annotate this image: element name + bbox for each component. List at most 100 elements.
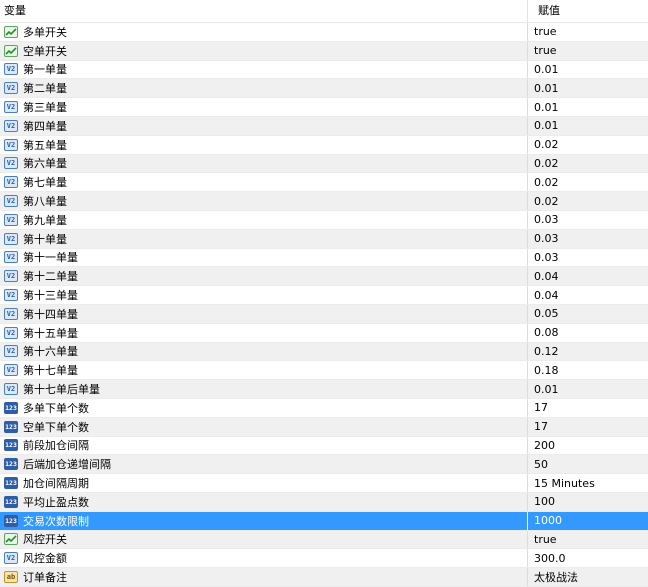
param-value[interactable]: 0.02 [528,173,648,191]
param-name-cell[interactable]: V2 第十七单量 [0,361,528,380]
param-name: 风控开关 [23,533,67,547]
param-value[interactable]: 0.04 [528,286,648,304]
param-name-cell[interactable]: V2 第十五单量 [0,323,528,342]
param-row[interactable]: V2 风控金额 300.0 [0,549,648,569]
param-name-cell[interactable]: V2 第十单量 [0,229,528,248]
param-value[interactable]: 0.01 [528,79,648,97]
param-value[interactable]: 0.04 [528,267,648,285]
param-value[interactable]: 0.03 [528,211,648,229]
param-value[interactable]: 1000 [528,512,648,530]
param-value[interactable]: 0.02 [528,192,648,210]
param-name-cell[interactable]: V2 第八单量 [0,192,528,210]
param-row[interactable]: 123 空单下单个数 17 [0,417,648,437]
va-icon: V2 [4,101,18,114]
param-row[interactable]: V2 第十一单量 0.03 [0,248,648,268]
param-row[interactable]: V2 第十单量 0.03 [0,229,648,249]
param-value[interactable]: 0.12 [528,343,648,361]
param-name-cell[interactable]: 风控开关 [0,530,528,549]
param-name-cell[interactable]: V2 第一单量 [0,60,528,79]
param-name-cell[interactable]: V2 第十三单量 [0,286,528,304]
param-value[interactable]: true [528,531,648,549]
param-name-cell[interactable]: V2 第七单量 [0,173,528,192]
param-name-cell[interactable]: 空单开关 [0,41,528,60]
param-row[interactable]: 空单开关 true [0,41,648,61]
int-icon: 123 [4,458,18,471]
param-value[interactable]: 0.03 [528,249,648,267]
param-row[interactable]: 123 后端加仓递增间隔 50 [0,455,648,475]
header-value[interactable]: 赋值 [528,0,648,22]
param-row[interactable]: 123 多单下单个数 17 [0,398,648,418]
param-name: 第十二单量 [23,270,78,284]
param-value[interactable]: 0.08 [528,324,648,342]
param-row[interactable]: 123 平均止盈点数 100 [0,492,648,512]
param-row[interactable]: V2 第五单量 0.02 [0,135,648,155]
param-row[interactable]: V2 第七单量 0.02 [0,173,648,193]
param-name-cell[interactable]: V2 第十七单后单量 [0,380,528,398]
param-name-cell[interactable]: V2 第十六单量 [0,342,528,361]
param-row[interactable]: 123 加仓间隔周期 15 Minutes [0,474,648,493]
param-name-cell[interactable]: ab 订单备注 [0,568,528,586]
param-value[interactable]: true [528,42,648,60]
param-name-cell[interactable]: V2 第六单量 [0,154,528,173]
param-name-cell[interactable]: 123 多单下单个数 [0,398,528,417]
param-row[interactable]: V2 第十六单量 0.12 [0,342,648,362]
param-name-cell[interactable]: 123 加仓间隔周期 [0,474,528,492]
param-value[interactable]: 17 [528,399,648,417]
param-value[interactable]: true [528,23,648,41]
param-row[interactable]: V2 第十三单量 0.04 [0,286,648,305]
param-row[interactable]: 风控开关 true [0,530,648,550]
param-value[interactable]: 0.01 [528,98,648,116]
param-value[interactable]: 15 Minutes [528,474,648,492]
param-name-cell[interactable]: V2 第九单量 [0,210,528,229]
param-row[interactable]: V2 第十七单量 0.18 [0,361,648,381]
param-name-cell[interactable]: 123 空单下单个数 [0,417,528,436]
param-row[interactable]: V2 第十七单后单量 0.01 [0,380,648,399]
param-value[interactable]: 300.0 [528,549,648,567]
param-value[interactable]: 0.18 [528,361,648,379]
header-variable[interactable]: 变量 [0,0,528,22]
param-name-cell[interactable]: V2 第十四单量 [0,304,528,323]
param-row[interactable]: V2 第十四单量 0.05 [0,304,648,324]
param-row[interactable]: V2 第十五单量 0.08 [0,323,648,343]
param-row[interactable]: V2 第二单量 0.01 [0,79,648,99]
param-value[interactable]: 0.01 [528,380,648,398]
param-name-cell[interactable]: 多单开关 [0,23,528,41]
param-name-cell[interactable]: V2 第四单量 [0,116,528,135]
param-row[interactable]: V2 第十二单量 0.04 [0,267,648,287]
param-row[interactable]: V2 第一单量 0.01 [0,60,648,80]
param-value[interactable]: 50 [528,455,648,473]
param-name-cell[interactable]: V2 第三单量 [0,98,528,116]
param-value[interactable]: 100 [528,493,648,511]
param-name-cell[interactable]: 123 前段加仓间隔 [0,436,528,455]
param-value[interactable]: 17 [528,418,648,436]
param-value[interactable]: 0.01 [528,117,648,135]
param-name: 后端加仓递增间隔 [23,458,111,472]
param-row[interactable]: V2 第九单量 0.03 [0,210,648,230]
param-name-cell[interactable]: V2 第二单量 [0,79,528,98]
param-value[interactable]: 太极战法 [528,568,648,586]
param-name-cell[interactable]: 123 平均止盈点数 [0,492,528,511]
param-row[interactable]: ab 订单备注 太极战法 [0,568,648,587]
param-name-cell[interactable]: V2 第五单量 [0,135,528,154]
param-value[interactable]: 0.01 [528,61,648,79]
param-name: 第七单量 [23,176,67,190]
param-row[interactable]: 123 交易次数限制 1000 [0,511,648,531]
param-row[interactable]: 多单开关 true [0,23,648,42]
param-row[interactable]: V2 第三单量 0.01 [0,98,648,117]
param-value[interactable]: 0.02 [528,136,648,154]
param-name-cell[interactable]: 123 后端加仓递增间隔 [0,455,528,474]
param-value[interactable]: 0.05 [528,305,648,323]
param-name-cell[interactable]: V2 风控金额 [0,549,528,568]
param-name: 第二单量 [23,82,67,96]
param-row[interactable]: V2 第六单量 0.02 [0,154,648,174]
grid-header: 变量 赋值 [0,0,648,23]
param-value[interactable]: 0.03 [528,230,648,248]
param-name-cell[interactable]: 123 交易次数限制 [0,511,528,530]
param-value[interactable]: 0.02 [528,155,648,173]
param-row[interactable]: V2 第四单量 0.01 [0,116,648,136]
param-row[interactable]: V2 第八单量 0.02 [0,192,648,211]
param-value[interactable]: 200 [528,437,648,455]
param-name-cell[interactable]: V2 第十二单量 [0,267,528,286]
param-row[interactable]: 123 前段加仓间隔 200 [0,436,648,456]
param-name-cell[interactable]: V2 第十一单量 [0,248,528,267]
